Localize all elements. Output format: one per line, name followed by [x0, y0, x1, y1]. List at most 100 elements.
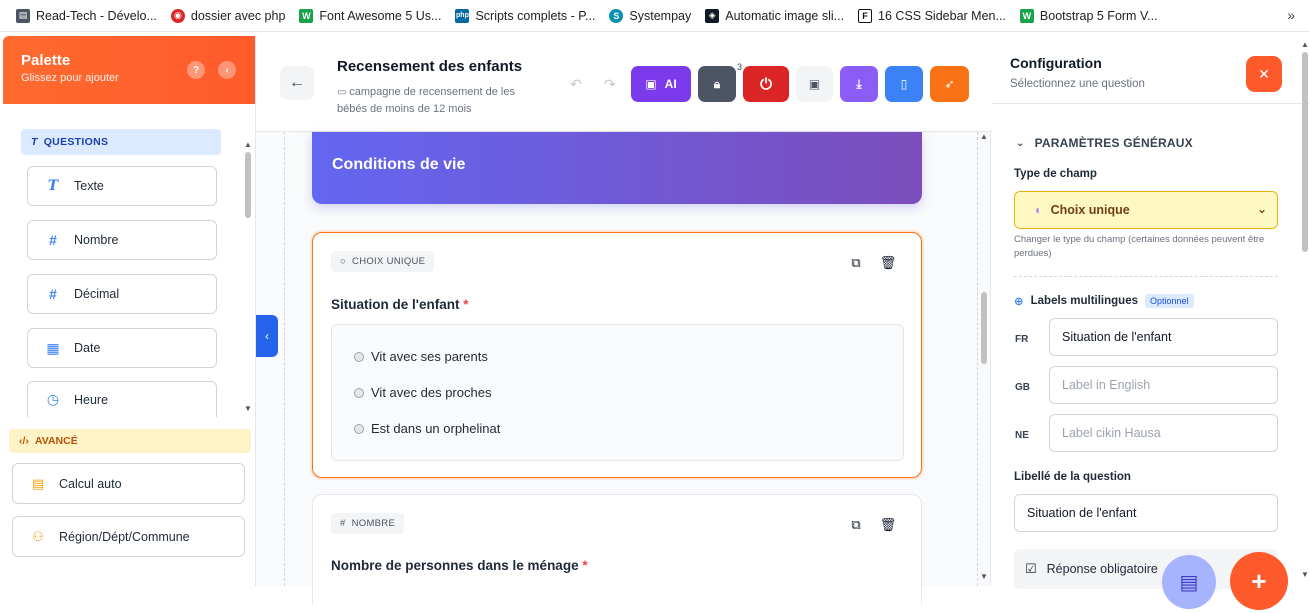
- config-panel: Configuration Sélectionnez une question …: [992, 36, 1309, 589]
- bookmark-item[interactable]: ◈ Automatic image sli...: [705, 8, 844, 23]
- bookmark-item[interactable]: S Systempay: [609, 8, 692, 23]
- bookmark-item[interactable]: F 16 CSS Sidebar Men...: [858, 8, 1006, 23]
- lang-code: GB: [1015, 382, 1030, 393]
- radio-option[interactable]: Vit avec des proches: [354, 385, 491, 400]
- palette-scrollbar[interactable]: ▲ ▼: [244, 140, 252, 448]
- question-type-label: NOMBRE: [351, 518, 396, 529]
- add-button[interactable]: +: [1230, 552, 1288, 610]
- palette-item-date[interactable]: ▦ Date: [27, 328, 217, 368]
- help-icon[interactable]: ?: [187, 61, 205, 79]
- config-scrollbar[interactable]: ▲ ▼: [1300, 36, 1309, 586]
- required-mark: *: [582, 558, 588, 573]
- moon-icon: ◐: [1035, 203, 1043, 217]
- general-settings-section[interactable]: ⌄ PARAMÈTRES GÉNÉRAUX: [1016, 136, 1193, 150]
- checkbox-icon[interactable]: ☑: [1025, 561, 1037, 577]
- sitemap-icon: ⚇: [32, 528, 44, 544]
- bookmark-label: Read-Tech - Dévelo...: [36, 8, 157, 23]
- field-type-select[interactable]: ◐ Choix unique ⌄: [1014, 191, 1278, 229]
- radio-option-label: Vit avec des proches: [371, 385, 492, 400]
- chat-button[interactable]: ▤: [1162, 555, 1216, 609]
- back-button[interactable]: ←: [280, 66, 314, 100]
- reset-button[interactable]: ⏻: [743, 66, 789, 102]
- delete-button[interactable]: 🗑︎: [878, 253, 898, 273]
- question-label-input[interactable]: Situation de l'enfant: [1014, 494, 1278, 532]
- save-icon: ▣: [808, 77, 821, 91]
- chevron-down-icon: ⌄: [1016, 137, 1025, 149]
- form-title: Recensement des enfants: [337, 58, 523, 75]
- label-fr-input[interactable]: Situation de l'enfant: [1049, 318, 1278, 356]
- ai-button[interactable]: ▣ AI: [631, 66, 691, 102]
- palette-item-nombre[interactable]: # Nombre: [27, 220, 217, 260]
- layers-icon: ◈: [705, 8, 720, 23]
- collapse-palette-button[interactable]: ‹: [218, 61, 236, 79]
- advanced-section-header: ‹/› AVANCÉ: [9, 429, 251, 453]
- duplicate-button[interactable]: ⧉: [846, 253, 866, 273]
- delete-button[interactable]: 🗑︎: [878, 515, 898, 535]
- text-type-icon: T: [31, 136, 38, 148]
- folder-icon: ▭: [337, 87, 350, 98]
- hash-icon: #: [49, 232, 57, 248]
- config-header: Configuration Sélectionnez une question …: [992, 36, 1309, 104]
- bookmark-item[interactable]: php Scripts complets - P...: [455, 8, 595, 23]
- palette-item-label: Région/Dépt/Commune: [59, 529, 190, 544]
- hash-icon: #: [49, 286, 57, 302]
- lang-code: NE: [1015, 430, 1029, 441]
- palette-item-texte[interactable]: T Texte: [27, 166, 217, 206]
- w3-icon: W: [299, 8, 314, 23]
- palette-item-region[interactable]: ⚇ Région/Dépt/Commune: [12, 516, 245, 557]
- rocket-icon: ➶: [944, 77, 955, 91]
- radio-option-label: Vit avec ses parents: [371, 349, 488, 364]
- palette-item-heure[interactable]: ◷ Heure: [27, 381, 217, 417]
- bookmark-item[interactable]: W Font Awesome 5 Us...: [299, 8, 441, 23]
- bookmark-item[interactable]: ◉ dossier avec php: [170, 8, 285, 23]
- radio-option[interactable]: Est dans un orphelinat: [354, 421, 500, 436]
- download-icon: ⤓: [856, 76, 862, 91]
- f-icon: F: [858, 8, 873, 23]
- php-icon: php: [455, 8, 470, 23]
- power-icon: ⏻: [760, 75, 772, 93]
- calculator-icon: ▤: [31, 475, 45, 491]
- mobile-icon: ▯: [900, 77, 908, 91]
- toggle-palette-button[interactable]: ‹: [256, 315, 278, 357]
- label-gb-input[interactable]: Label in English: [1049, 366, 1278, 404]
- chevron-double-right-icon[interactable]: »: [1287, 7, 1295, 23]
- bookmark-item[interactable]: ▤ Read-Tech - Dévelo...: [16, 8, 157, 23]
- radio-icon[interactable]: [354, 423, 364, 434]
- lock-button[interactable]: 🔒︎ 3: [698, 62, 742, 102]
- questions-section-header: T QUESTIONS: [21, 129, 221, 155]
- publish-button[interactable]: ➶: [930, 66, 969, 102]
- palette-panel: Palette Glissez pour ajouter ? ‹ T QUEST…: [3, 36, 255, 586]
- multilingual-label: Labels multilingues: [1030, 295, 1138, 307]
- palette-item-decimal[interactable]: # Décimal: [27, 274, 217, 314]
- radio-icon[interactable]: [354, 387, 364, 398]
- radio-option[interactable]: Vit avec ses parents: [354, 349, 488, 364]
- undo-button[interactable]: ↶: [570, 76, 582, 93]
- bookmark-item[interactable]: W Bootstrap 5 Form V...: [1019, 8, 1158, 23]
- arrow-left-icon: ←: [289, 74, 305, 91]
- section-header-card[interactable]: Conditions de vie: [312, 132, 922, 204]
- label-ne-input[interactable]: Label cikin Hausa: [1049, 414, 1278, 452]
- trash-icon: 🗑︎: [879, 255, 897, 270]
- palette-header: Palette Glissez pour ajouter ? ‹: [3, 36, 255, 104]
- canvas-scrollbar[interactable]: ▲ ▼: [978, 132, 990, 586]
- divider: [1014, 276, 1278, 277]
- form-builder-area: ← Recensement des enfants ▭ campagne de …: [255, 36, 992, 604]
- required-label: Réponse obligatoire: [1046, 562, 1158, 576]
- circle-icon: ○: [340, 256, 347, 267]
- robot-icon: ▣: [645, 77, 657, 91]
- save-button[interactable]: ▣: [796, 66, 833, 102]
- question-title-text: Nombre de personnes dans le ménage: [331, 558, 579, 573]
- plus-icon: +: [1251, 565, 1267, 596]
- mobile-preview-button[interactable]: ▯: [885, 66, 923, 102]
- redo-button[interactable]: ↷: [604, 76, 616, 93]
- question-card[interactable]: # NOMBRE ⧉ 🗑︎ Nombre de personnes dans l…: [312, 494, 922, 604]
- palette-item-calcul-auto[interactable]: ▤ Calcul auto: [12, 463, 245, 504]
- download-button[interactable]: ⤓: [840, 66, 878, 102]
- radio-icon[interactable]: [354, 351, 364, 362]
- optional-badge: Optionnel: [1145, 294, 1194, 308]
- duplicate-button[interactable]: ⧉: [846, 515, 866, 535]
- close-config-button[interactable]: ✕: [1246, 56, 1282, 92]
- bookmark-label: Systempay: [629, 8, 692, 23]
- lock-icon: 🔒︎: [713, 76, 721, 91]
- question-card[interactable]: ○ CHOIX UNIQUE ⧉ 🗑︎ Situation de l'enfan…: [312, 232, 922, 478]
